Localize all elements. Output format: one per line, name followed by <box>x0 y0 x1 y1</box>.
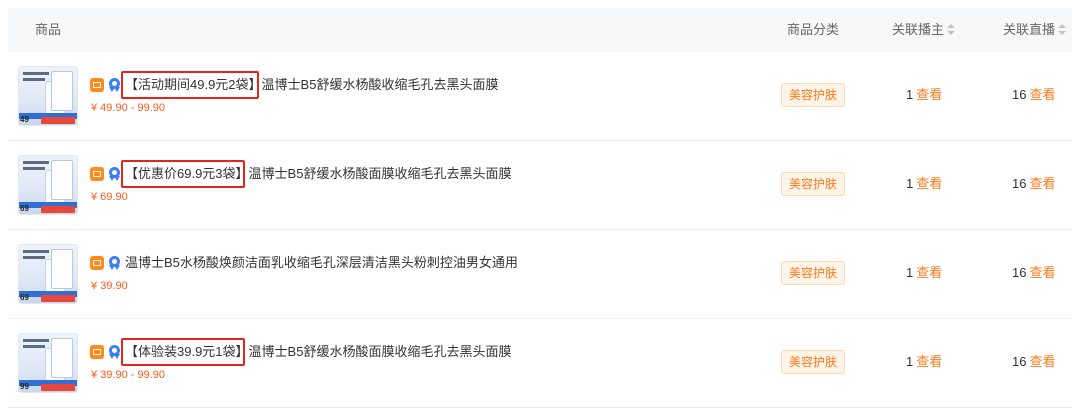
product-title[interactable]: 【活动期间49.9元2袋】温博士B5舒缓水杨酸收缩毛孔去黑头面膜 <box>121 71 499 99</box>
thumbnail-price: 69 <box>20 204 29 213</box>
product-price: ¥ 69.90 <box>91 191 128 203</box>
sort-caret-icon[interactable] <box>947 23 956 36</box>
product-table: 商品 商品分类 关联播主 关联直播 49 【活动期间49.9元2袋】温博士B5舒… <box>0 0 1080 408</box>
header-live-sortable[interactable]: 关联直播 <box>1003 8 1067 52</box>
sort-caret-icon[interactable] <box>1058 23 1067 36</box>
view-lives-link[interactable]: 查看 <box>1029 354 1055 369</box>
view-anchors-link[interactable]: 查看 <box>916 354 942 369</box>
live-count-value: 16 <box>1012 354 1027 369</box>
product-title[interactable]: 【体验装39.9元1袋】温博士B5舒缓水杨酸面膜收缩毛孔去黑头面膜 <box>121 338 512 366</box>
product-name: 温博士B5舒缓水杨酸收缩毛孔去黑头面膜 <box>261 77 499 92</box>
thumbnail-price: 99 <box>20 382 29 391</box>
anchor-count-value: 1 <box>906 87 914 102</box>
store-icon <box>90 256 104 270</box>
certified-badge-icon <box>107 255 122 271</box>
table-row: 69 温博士B5水杨酸焕颜洁面乳收缩毛孔深层清洁黑头粉刺控油男女通用 ¥ 39.… <box>8 230 1072 319</box>
header-category: 商品分类 <box>787 22 840 37</box>
certified-badge-icon <box>107 344 122 360</box>
header-anchor-label: 关联播主 <box>892 22 945 37</box>
tag-icons <box>90 78 122 94</box>
product-name: 温博士B5舒缓水杨酸面膜收缩毛孔去黑头面膜 <box>248 344 512 359</box>
product-title[interactable]: 【优惠价69.9元3袋】温博士B5舒缓水杨酸面膜收缩毛孔去黑头面膜 <box>121 160 512 188</box>
view-anchors-link[interactable]: 查看 <box>916 265 942 280</box>
thumbnail-price: 49 <box>20 115 29 124</box>
store-icon <box>90 345 104 359</box>
tag-icons <box>90 167 122 183</box>
view-anchors-link[interactable]: 查看 <box>916 87 942 102</box>
category-badge: 美容护肤 <box>781 83 845 107</box>
product-thumbnail[interactable]: 69 <box>18 244 78 304</box>
promo-highlight: 【活动期间49.9元2袋】 <box>121 71 262 99</box>
anchor-count: 1 查看 <box>906 86 942 104</box>
product-price: ¥ 49.90 - 99.90 <box>91 102 166 114</box>
table-row: 99 【体验装39.9元1袋】温博士B5舒缓水杨酸面膜收缩毛孔去黑头面膜 ¥ 3… <box>8 319 1072 408</box>
table-row: 49 【活动期间49.9元2袋】温博士B5舒缓水杨酸收缩毛孔去黑头面膜 ¥ 49… <box>8 52 1072 141</box>
tag-icons <box>90 256 122 272</box>
product-price: ¥ 39.90 <box>91 280 128 292</box>
category-badge: 美容护肤 <box>781 350 845 374</box>
product-name: 温博士B5水杨酸焕颜洁面乳收缩毛孔深层清洁黑头粉刺控油男女通用 <box>125 255 518 270</box>
anchor-count: 1 查看 <box>906 264 942 282</box>
anchor-count-value: 1 <box>906 354 914 369</box>
certified-badge-icon <box>107 166 122 182</box>
table-header: 商品 商品分类 关联播主 关联直播 <box>8 8 1072 52</box>
view-lives-link[interactable]: 查看 <box>1029 176 1055 191</box>
highlight-box <box>121 160 245 188</box>
promo-highlight: 【优惠价69.9元3袋】 <box>121 160 249 188</box>
live-count: 16 查看 <box>1012 264 1055 282</box>
category-badge: 美容护肤 <box>781 172 845 196</box>
view-lives-link[interactable]: 查看 <box>1029 265 1055 280</box>
store-icon <box>90 167 104 181</box>
thumbnail-price: 69 <box>20 293 29 302</box>
product-thumbnail[interactable]: 49 <box>18 66 78 126</box>
live-count-value: 16 <box>1012 87 1027 102</box>
highlight-box <box>121 71 259 99</box>
highlight-box <box>121 338 245 366</box>
live-count-value: 16 <box>1012 265 1027 280</box>
table-row: 69 【优惠价69.9元3袋】温博士B5舒缓水杨酸面膜收缩毛孔去黑头面膜 ¥ 6… <box>8 141 1072 230</box>
header-live-label: 关联直播 <box>1003 22 1056 37</box>
header-anchor-sortable[interactable]: 关联播主 <box>892 8 956 52</box>
live-count: 16 查看 <box>1012 86 1055 104</box>
product-thumbnail[interactable]: 99 <box>18 333 78 393</box>
product-thumbnail[interactable]: 69 <box>18 155 78 215</box>
product-title[interactable]: 温博士B5水杨酸焕颜洁面乳收缩毛孔深层清洁黑头粉刺控油男女通用 <box>125 254 518 272</box>
live-count: 16 查看 <box>1012 353 1055 371</box>
store-icon <box>90 78 104 92</box>
anchor-count-value: 1 <box>906 176 914 191</box>
product-price: ¥ 39.90 - 99.90 <box>91 369 166 381</box>
product-name: 温博士B5舒缓水杨酸面膜收缩毛孔去黑头面膜 <box>248 166 512 181</box>
live-count: 16 查看 <box>1012 175 1055 193</box>
certified-badge-icon <box>107 77 122 93</box>
anchor-count: 1 查看 <box>906 175 942 193</box>
view-anchors-link[interactable]: 查看 <box>916 176 942 191</box>
view-lives-link[interactable]: 查看 <box>1029 87 1055 102</box>
promo-highlight: 【体验装39.9元1袋】 <box>121 338 249 366</box>
tag-icons <box>90 345 122 361</box>
category-badge: 美容护肤 <box>781 261 845 285</box>
anchor-count: 1 查看 <box>906 353 942 371</box>
header-product: 商品 <box>35 22 62 37</box>
live-count-value: 16 <box>1012 176 1027 191</box>
anchor-count-value: 1 <box>906 265 914 280</box>
